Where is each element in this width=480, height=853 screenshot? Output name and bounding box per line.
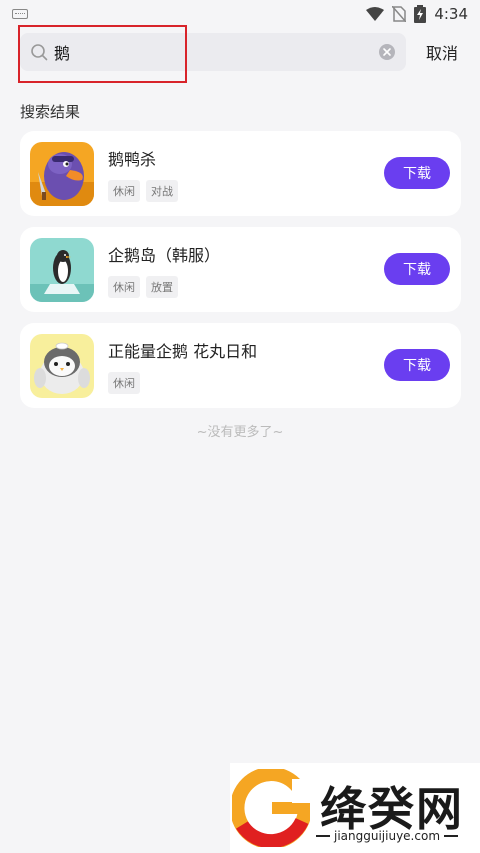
watermark: 绛癸网 jiangguijiuye.com	[230, 763, 480, 853]
search-input[interactable]	[54, 42, 378, 62]
search-icon	[31, 44, 48, 61]
app-icon-koupen-chan[interactable]	[30, 333, 94, 398]
wifi-icon	[366, 7, 385, 21]
list-item[interactable]: 企鹅岛（韩服） 休闲 放置 下载	[20, 227, 461, 312]
keyboard-icon	[12, 9, 28, 19]
battery-charging-icon	[414, 5, 427, 23]
cancel-button[interactable]: 取消	[426, 40, 458, 64]
status-bar: 4:34	[0, 0, 480, 28]
search-box[interactable]	[20, 33, 406, 71]
tag: 休闲	[108, 371, 140, 394]
clear-icon[interactable]	[378, 43, 396, 61]
tag: 休闲	[108, 179, 140, 202]
list-item[interactable]: 正能量企鹅 花丸日和 休闲 下载	[20, 323, 461, 408]
section-title: 搜索结果	[20, 103, 81, 121]
download-button[interactable]: 下载	[384, 157, 450, 189]
no-sim-icon	[392, 6, 407, 22]
watermark-domain-row: jiangguijiuye.com	[316, 829, 459, 843]
no-more-text: ~没有更多了~	[196, 425, 284, 440]
app-icon-penguin-isle[interactable]	[30, 237, 94, 302]
list-item[interactable]: 鹅鸭杀 休闲 对战 下载	[20, 131, 461, 216]
watermark-domain: jiangguijiuye.com	[334, 829, 441, 843]
download-button[interactable]: 下载	[384, 253, 450, 285]
app-icon-goose-duck[interactable]	[30, 141, 94, 206]
tag: 放置	[146, 275, 178, 298]
download-button[interactable]: 下载	[384, 349, 450, 381]
status-time: 4:34	[434, 5, 468, 23]
result-list: 鹅鸭杀 休闲 对战 下载 企鹅岛（韩服） 休闲 放置 下载 正能量企鹅 花丸日和…	[20, 131, 461, 419]
tag: 对战	[146, 179, 178, 202]
search-row: 取消	[20, 33, 470, 71]
watermark-logo-icon	[232, 769, 310, 847]
tag: 休闲	[108, 275, 140, 298]
